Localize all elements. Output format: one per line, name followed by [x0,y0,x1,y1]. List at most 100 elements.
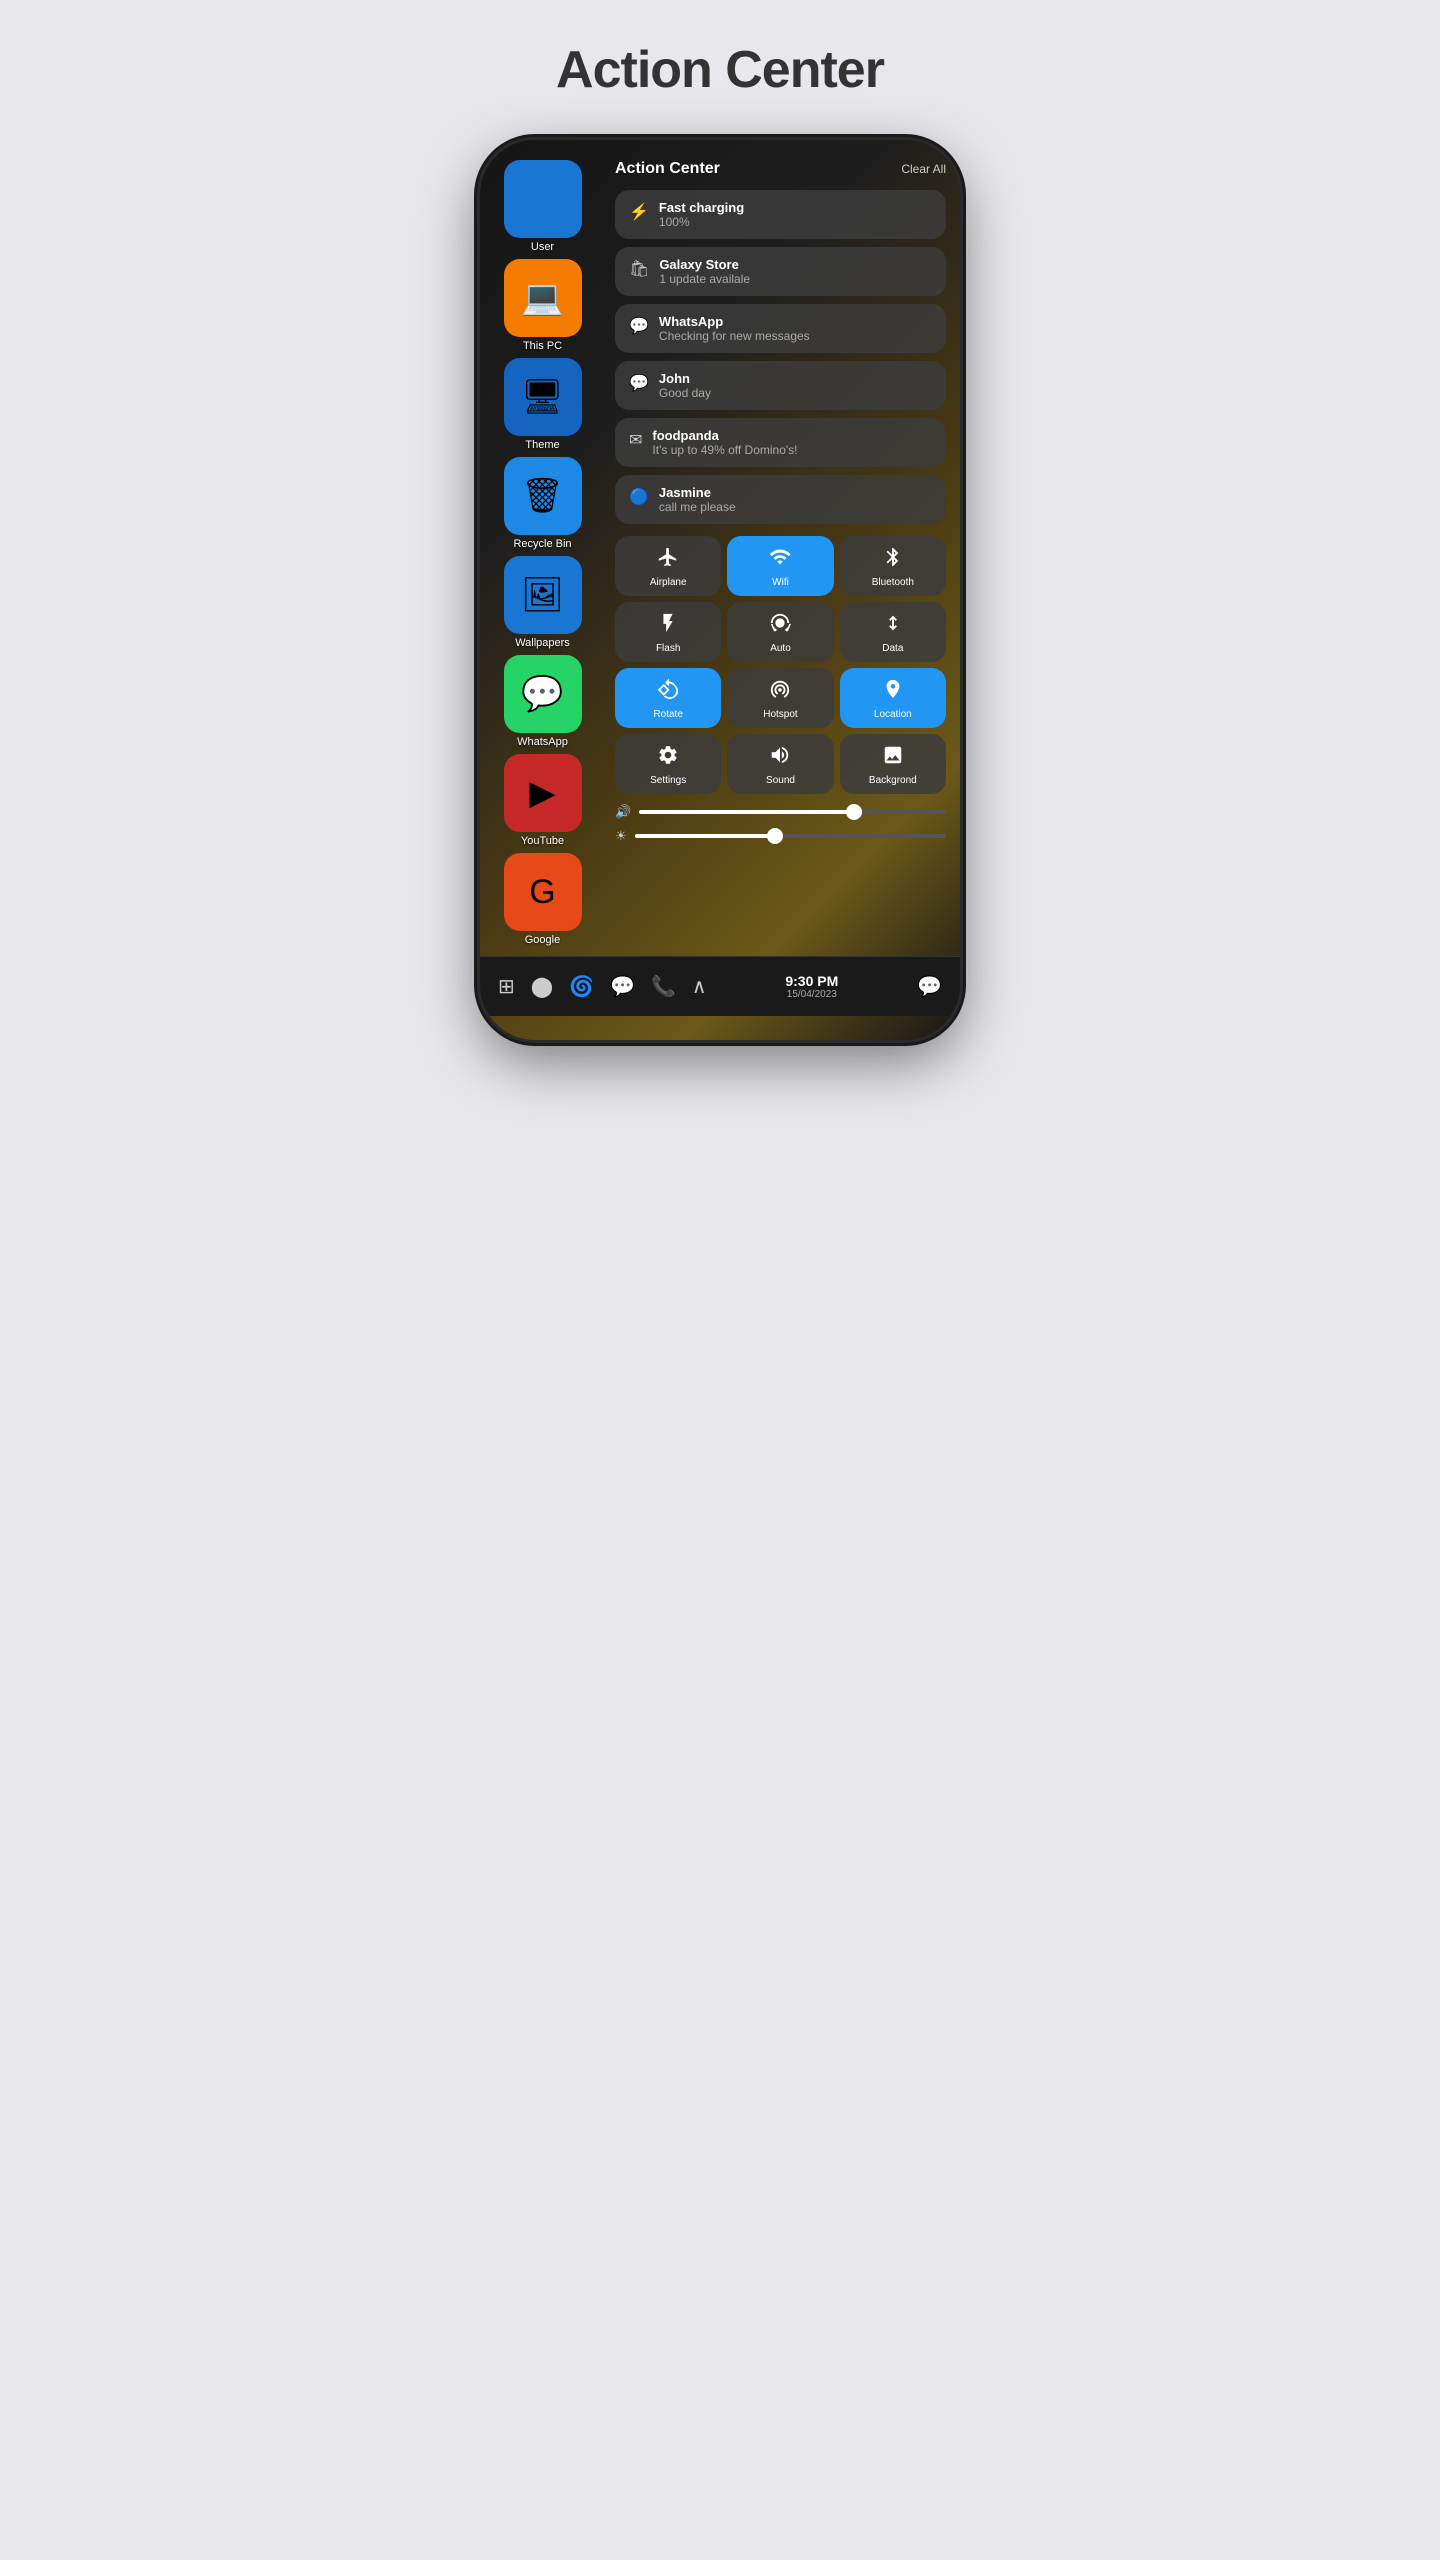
app-icon-whatsapp[interactable]: 💬 WhatsApp [498,655,588,748]
toggles-section: Airplane Wifi Bluetooth Flash Auto Data … [615,536,946,794]
phone-frame: 👤 User 💻 This PC 🖥 Theme 🗑 Recycle Bin 🖼… [480,140,960,1040]
toggle-icon-data [882,612,904,639]
notif-content: Fast charging 100% [659,200,744,229]
volume-track[interactable] [639,810,946,814]
toggle-backgrond[interactable]: Backgrond [840,734,946,794]
notification-card[interactable]: 🛍 Galaxy Store 1 update availale [615,247,946,296]
app-icon-this-pc[interactable]: 💻 This PC [498,259,588,352]
toggle-rotate[interactable]: Rotate [615,668,721,728]
notif-app-name: WhatsApp [659,314,810,329]
app-icon-image: 🖼 [504,556,582,634]
notif-content: Jasmine call me please [659,485,736,514]
toggle-label: Sound [766,775,795,786]
notif-message: Good day [659,386,711,400]
clear-all-button[interactable]: Clear All [901,162,946,176]
clock: 9:30 PM [785,973,838,989]
app-icon-label: Google [525,934,560,946]
slider-thumb[interactable] [846,804,862,820]
notifications-list: ⚡ Fast charging 100% 🛍 Galaxy Store 1 up… [615,190,946,532]
app-icon-theme[interactable]: 🖥 Theme [498,358,588,451]
app-icon-image: 💻 [504,259,582,337]
app-icon-image: G [504,853,582,931]
toggle-icon-airplane [657,546,679,573]
app-icon-image: 🗑 [504,457,582,535]
toggle-label: Wifi [772,577,789,588]
sliders-section: 🔊 ☀ [615,794,946,850]
notif-content: foodpanda It's up to 49% off Domino's! [652,428,797,457]
phone-icon[interactable]: 📞 [651,974,676,999]
app-icon-user[interactable]: 👤 User [498,160,588,253]
toggle-bluetooth[interactable]: Bluetooth [840,536,946,596]
panel-title: Action Center [615,160,720,178]
toggle-icon-wifi [769,546,791,573]
notif-message: It's up to 49% off Domino's! [652,443,797,457]
notif-app-icon: ✉ [629,430,642,450]
notification-card[interactable]: 💬 John Good day [615,361,946,410]
app-icon-image: 💬 [504,655,582,733]
toggle-label: Data [882,643,903,654]
app-icon-label: Recycle Bin [513,538,571,550]
taskbar-right: 💬 [917,974,942,999]
toggle-wifi[interactable]: Wifi [727,536,833,596]
app-icon-label: Wallpapers [515,637,570,649]
notification-card[interactable]: ⚡ Fast charging 100% [615,190,946,239]
notification-icon[interactable]: 💬 [917,974,942,999]
brightness-track[interactable] [635,834,946,838]
app-icon-label: User [531,241,554,253]
toggle-label: Rotate [653,709,682,720]
notif-content: Galaxy Store 1 update availale [659,257,750,286]
notif-app-icon: 💬 [629,373,649,393]
toggle-label: Backgrond [869,775,917,786]
notification-card[interactable]: 💬 WhatsApp Checking for new messages [615,304,946,353]
toggle-label: Flash [656,643,680,654]
toggle-label: Settings [650,775,686,786]
app-icon-wallpapers[interactable]: 🖼 Wallpapers [498,556,588,649]
toggle-airplane[interactable]: Airplane [615,536,721,596]
toggle-icon-location [882,678,904,705]
toggle-label: Hotspot [763,709,797,720]
browser-icon[interactable]: 🌀 [569,974,594,999]
toggle-icon-auto [769,612,791,639]
app-icon-recycle-bin[interactable]: 🗑 Recycle Bin [498,457,588,550]
slider-fill [635,834,775,838]
notif-message: call me please [659,500,736,514]
toggle-auto[interactable]: Auto [727,602,833,662]
notif-app-icon: ⚡ [629,202,649,222]
toggle-flash[interactable]: Flash [615,602,721,662]
app-icon-youtube[interactable]: ▶ YouTube [498,754,588,847]
notification-card[interactable]: ✉ foodpanda It's up to 49% off Domino's! [615,418,946,467]
app-icon-label: Theme [525,439,559,451]
toggle-label: Location [874,709,912,720]
multitask-icon[interactable]: ⊞ [498,974,515,999]
toggle-data[interactable]: Data [840,602,946,662]
page-title: Action Center [556,40,884,100]
toggle-icon-bluetooth [882,546,904,573]
notification-card[interactable]: 🔵 Jasmine call me please [615,475,946,524]
toggle-icon-settings [657,744,679,771]
app-icon-image: 🖥 [504,358,582,436]
taskbar: ⊞ ⬤ 🌀 💬 📞 ∧ 9:30 PM 15/04/2023 💬 [480,956,960,1016]
notif-app-name: John [659,371,711,386]
toggle-location[interactable]: Location [840,668,946,728]
notif-app-name: Galaxy Store [659,257,750,272]
toggle-sound[interactable]: Sound [727,734,833,794]
volume-slider-row: 🔊 [615,804,946,820]
toggle-hotspot[interactable]: Hotspot [727,668,833,728]
messages-icon[interactable]: 💬 [610,974,635,999]
notif-content: WhatsApp Checking for new messages [659,314,810,343]
slider-thumb[interactable] [767,828,783,844]
app-icon-google[interactable]: G Google [498,853,588,946]
home-icon[interactable]: ⬤ [531,974,553,999]
app-icon-label: WhatsApp [517,736,568,748]
toggle-icon-sound [769,744,791,771]
notif-message: Checking for new messages [659,329,810,343]
notif-message: 100% [659,215,744,229]
toggle-label: Auto [770,643,791,654]
toggle-icon-backgrond [882,744,904,771]
notif-app-name: foodpanda [652,428,797,443]
taskbar-time: 9:30 PM 15/04/2023 [785,973,838,1000]
up-arrow-icon[interactable]: ∧ [692,974,707,999]
toggle-settings[interactable]: Settings [615,734,721,794]
taskbar-left: ⊞ ⬤ 🌀 💬 📞 ∧ [498,974,707,999]
app-icon-label: This PC [523,340,562,352]
